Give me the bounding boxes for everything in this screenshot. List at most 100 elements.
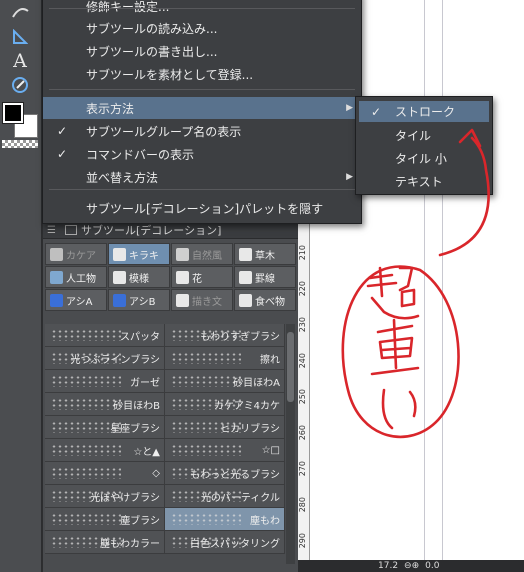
subtool-item-label: 光のパーティクル — [200, 492, 280, 504]
subtool-group-6[interactable]: 花 — [171, 266, 233, 288]
shape-icon — [50, 247, 63, 261]
submenu-item[interactable]: ✓ ストローク — [359, 101, 489, 122]
subtool-item[interactable]: 光ぼやけブラシ — [45, 485, 165, 507]
menu-item[interactable]: サブツール[デコレーション]パレットを隠す — [43, 197, 361, 219]
brush-stroke-preview — [171, 352, 241, 364]
menu-item[interactable]: ✓ コマンドバーの表示 — [43, 143, 361, 165]
subtool-item[interactable]: もわりすぎブラシ — [165, 324, 285, 346]
subtool-group-9[interactable]: アシB — [108, 289, 170, 311]
brush-stroke-preview — [51, 467, 121, 479]
menu-item-label: サブツールを素材として登録... — [86, 67, 254, 82]
brush-stroke-preview — [51, 329, 121, 341]
subtool-item-label: ◇ — [152, 467, 160, 479]
transparent-color-swatch[interactable] — [2, 140, 38, 148]
subtool-group-label: 模様 — [129, 273, 149, 285]
submenu-item[interactable]: タイル — [359, 125, 489, 146]
tool-strip: A — [0, 0, 42, 572]
palette-context-menu: 修飾キー設定... サブツールの読み込み... サブツールの書き出し... サブツール… — [42, 0, 362, 224]
subtool-item[interactable]: ◇ — [45, 462, 165, 484]
subtool-item[interactable]: カケアミ4カケ — [165, 393, 285, 415]
scrollbar-thumb[interactable] — [287, 332, 294, 402]
subtool-group-10[interactable]: 描き文 — [171, 289, 233, 311]
subtool-item[interactable]: 塵もわ — [165, 508, 285, 530]
palette-menu-icon[interactable]: ☰ — [47, 225, 65, 236]
palette-tool-icon — [65, 225, 77, 235]
submenu-arrow-icon: ▶ — [346, 103, 353, 113]
subtool-item[interactable]: 白色スパッタリング — [165, 531, 285, 553]
brush-icon[interactable] — [7, 2, 33, 24]
subtool-item[interactable]: 光のパーティクル — [165, 485, 285, 507]
menu-item-label: 並べ替え方法 — [86, 170, 159, 185]
menu-item[interactable]: 表示方法 ▶ — [43, 97, 361, 119]
subtool-item[interactable]: 塵ブラシ — [45, 508, 165, 530]
subtool-item[interactable]: 擦れ — [165, 347, 285, 369]
app-window: 210 220 230 240 250 260 270 280 290 17.2 ⊖⊕ 0.0 … — [0, 0, 524, 572]
menu-item[interactable]: サブツールの読み込み... — [43, 17, 361, 39]
subtool-item-label: 星座ブラシ — [110, 423, 160, 435]
subtool-row: 光ぼやけブラシ 光のパーティクル — [45, 485, 285, 508]
menu-item[interactable]: サブツールを素材として登録... — [43, 63, 361, 85]
zoom-value: 17.2 — [378, 561, 399, 571]
subtool-item[interactable]: 砂目ほわB — [45, 393, 165, 415]
subtool-group-5[interactable]: 模様 — [108, 266, 170, 288]
subtool-group-8[interactable]: アシA — [45, 289, 107, 311]
subtool-group-3[interactable]: 草木 — [234, 243, 296, 265]
subtool-group-label: キラキ — [129, 250, 159, 262]
subtool-item-label: ☆と▲ — [133, 446, 160, 458]
subtool-item-label: もわっと光るブラシ — [190, 469, 280, 481]
menu-item[interactable]: サブツールの書き出し... — [43, 40, 361, 62]
subtool-group-2[interactable]: 自然風 — [171, 243, 233, 265]
subtool-item[interactable]: 光つぶラインブラシ — [45, 347, 165, 369]
menu-item[interactable]: ✓ サブツールグループ名の表示 — [43, 120, 361, 142]
ruler-label: 230 — [298, 317, 307, 333]
subtool-item[interactable]: 塵もわカラー — [45, 531, 165, 553]
subtool-item[interactable]: 砂目ほわA — [165, 370, 285, 392]
subtool-item-label: もわりすぎブラシ — [200, 331, 280, 343]
nature-icon — [176, 247, 189, 261]
subtool-item[interactable]: ☆と▲ — [45, 439, 165, 461]
subtool-item-label: 白色スパッタリング — [190, 538, 280, 550]
subtool-item[interactable]: ☆□ — [165, 439, 285, 461]
subtool-item[interactable]: 星座ブラシ — [45, 416, 165, 438]
pen-icon[interactable] — [7, 74, 33, 96]
subtool-group-0[interactable]: カケア — [45, 243, 107, 265]
subtool-item[interactable]: スパッタ — [45, 324, 165, 346]
palette-title-bar[interactable]: ☰ サブツール[デコレーション] — [43, 222, 298, 239]
foreground-color-swatch[interactable] — [2, 102, 24, 124]
subtool-item[interactable]: もわっと光るブラシ — [165, 462, 285, 484]
ruler-icon[interactable] — [7, 26, 33, 48]
subtool-item-label: スパッタ — [120, 331, 160, 343]
subtool-row: ☆と▲ ☆□ — [45, 439, 285, 462]
zoom-stepper-icon[interactable]: ⊖⊕ — [404, 561, 419, 571]
subtool-scrollbar[interactable] — [286, 324, 295, 564]
subtool-group-1[interactable]: キラキ — [108, 243, 170, 265]
grass-icon — [239, 247, 252, 261]
ruler-label: 240 — [298, 353, 307, 369]
subtool-row: 星座ブラシ ヒカリブラシ — [45, 416, 285, 439]
subtool-group-7[interactable]: 罫線 — [234, 266, 296, 288]
menu-item-label: サブツールの書き出し... — [86, 44, 218, 59]
subtool-item[interactable]: ヒカリブラシ — [165, 416, 285, 438]
subtool-group-11[interactable]: 食べ物 — [234, 289, 296, 311]
subtool-item-label: 光ぼやけブラシ — [90, 492, 160, 504]
submenu-item-label: テキスト — [395, 175, 443, 189]
subtool-row: 光つぶラインブラシ 擦れ — [45, 347, 285, 370]
menu-separator — [49, 89, 355, 90]
text-icon[interactable]: A — [7, 50, 33, 72]
palette-title: サブツール[デコレーション] — [81, 224, 222, 237]
menu-item-label: サブツールグループ名の表示 — [86, 124, 242, 139]
submenu-item[interactable]: テキスト — [359, 171, 489, 192]
subtool-item-label: 砂目ほわB — [113, 400, 160, 412]
ruled-line-icon — [239, 270, 252, 284]
check-icon: ✓ — [57, 124, 68, 138]
submenu-item[interactable]: タイル 小 — [359, 148, 489, 169]
subtool-group-label: 描き文 — [192, 296, 222, 308]
pattern-icon — [113, 270, 126, 284]
brush-stroke-preview — [51, 444, 121, 456]
guide-line — [442, 0, 443, 560]
menu-item-label: コマンドバーの表示 — [86, 147, 195, 162]
subtool-group-label: 人工物 — [66, 273, 96, 285]
menu-item[interactable]: 並べ替え方法 ▶ — [43, 166, 361, 188]
subtool-item[interactable]: ガーゼ — [45, 370, 165, 392]
subtool-group-4[interactable]: 人工物 — [45, 266, 107, 288]
